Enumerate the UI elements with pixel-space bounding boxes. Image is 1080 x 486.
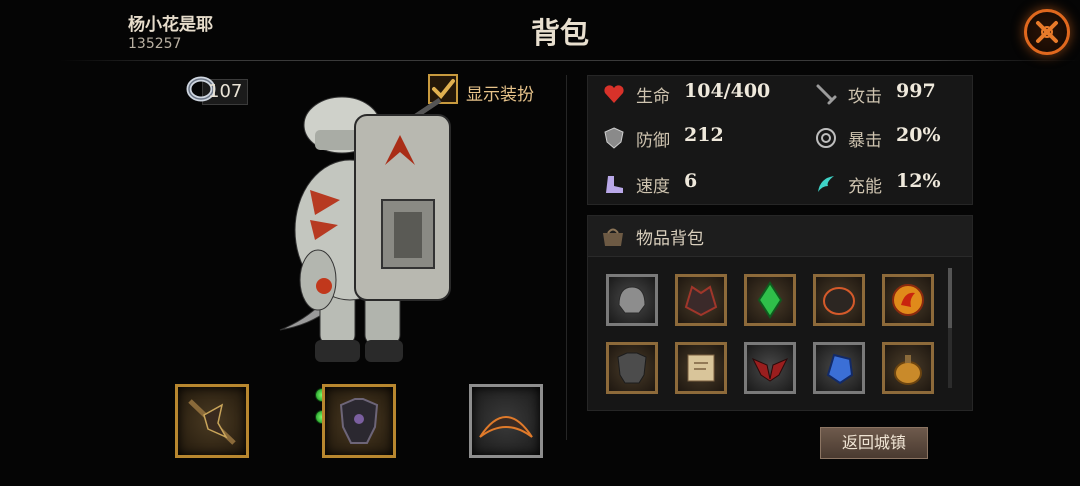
inventory-slot[interactable] <box>813 342 865 394</box>
stat-value: 997 <box>896 80 936 102</box>
inventory-slot[interactable] <box>606 274 658 326</box>
stat-label: 防御 <box>636 131 670 151</box>
inventory-header: 物品背包 <box>588 216 972 257</box>
close-x-icon <box>1036 21 1058 43</box>
sword-icon <box>816 84 837 105</box>
player-name: 杨小花是耶 <box>128 15 213 35</box>
stat-speed: 速度 6 <box>602 170 772 200</box>
heart-icon <box>604 85 624 103</box>
stat-label: 生命 <box>636 87 670 107</box>
inventory-slot[interactable] <box>744 342 796 394</box>
outfit-label: 显示装扮 <box>466 85 534 105</box>
scroll-item-icon <box>687 354 715 382</box>
stats-panel: 生命 104/400 攻击 997 防御 212 暴击 20% 速度 6 充能 … <box>587 75 973 205</box>
inventory-slot[interactable] <box>675 342 727 394</box>
fire-orb-item-icon <box>892 284 924 316</box>
bag-icon <box>603 228 623 246</box>
close-button[interactable] <box>1024 9 1070 55</box>
stat-label: 攻击 <box>848 87 882 107</box>
stat-value: 212 <box>684 124 724 146</box>
demon-wings-item-icon <box>751 358 789 382</box>
stat-defense: 防御 212 <box>602 124 772 154</box>
crit-target-icon <box>816 128 836 148</box>
stat-value: 12% <box>896 170 941 192</box>
stat-value: 6 <box>684 170 698 192</box>
inventory-title: 物品背包 <box>636 229 704 249</box>
potion-item-icon <box>894 355 922 385</box>
inventory-slot[interactable] <box>675 274 727 326</box>
inventory-scrollbar-thumb[interactable] <box>948 268 952 328</box>
ember-helm-item-icon <box>823 287 855 315</box>
header-divider <box>60 60 1080 61</box>
shield-icon <box>604 127 624 149</box>
page-title: 背包 <box>530 16 589 50</box>
blue-crystal-item-icon <box>826 353 854 385</box>
currency-value: 107 <box>208 81 243 102</box>
charge-swirl-icon <box>818 176 834 192</box>
inventory-slot[interactable] <box>882 274 934 326</box>
equip-slot-weapon[interactable] <box>175 384 249 458</box>
inventory-slot[interactable] <box>606 342 658 394</box>
panel-divider <box>566 75 567 440</box>
axe-weapon-icon <box>188 399 236 445</box>
dark-armor-icon <box>339 398 379 444</box>
stat-label: 速度 <box>636 177 670 197</box>
stat-attack: 攻击 997 <box>814 80 984 110</box>
stat-value: 104/400 <box>684 80 771 102</box>
stat-value: 20% <box>896 124 941 146</box>
dark-helm-item-icon <box>684 285 718 317</box>
inventory-panel: 物品背包 <box>587 215 973 411</box>
equip-slot-armor[interactable] <box>322 384 396 458</box>
boot-icon <box>606 176 623 193</box>
inventory-slot[interactable] <box>744 274 796 326</box>
stat-crit: 暴击 20% <box>814 124 984 154</box>
return-to-town-button[interactable]: 返回城镇 <box>820 427 928 459</box>
stat-charge: 充能 12% <box>814 170 984 200</box>
helmet-item-icon <box>618 286 646 314</box>
stat-label: 充能 <box>848 177 882 197</box>
inventory-slot[interactable] <box>813 274 865 326</box>
claw-blade-icon <box>479 416 533 438</box>
chest-armor-item-icon <box>617 352 647 384</box>
character-model <box>279 96 451 362</box>
green-gem-item-icon <box>757 281 783 319</box>
stat-health: 生命 104/400 <box>602 80 772 110</box>
inventory-slot[interactable] <box>882 342 934 394</box>
player-id: 135257 <box>128 36 182 52</box>
stat-label: 暴击 <box>848 131 882 151</box>
currency-display: 107 <box>186 75 248 105</box>
equip-slot-accessory[interactable] <box>469 384 543 458</box>
